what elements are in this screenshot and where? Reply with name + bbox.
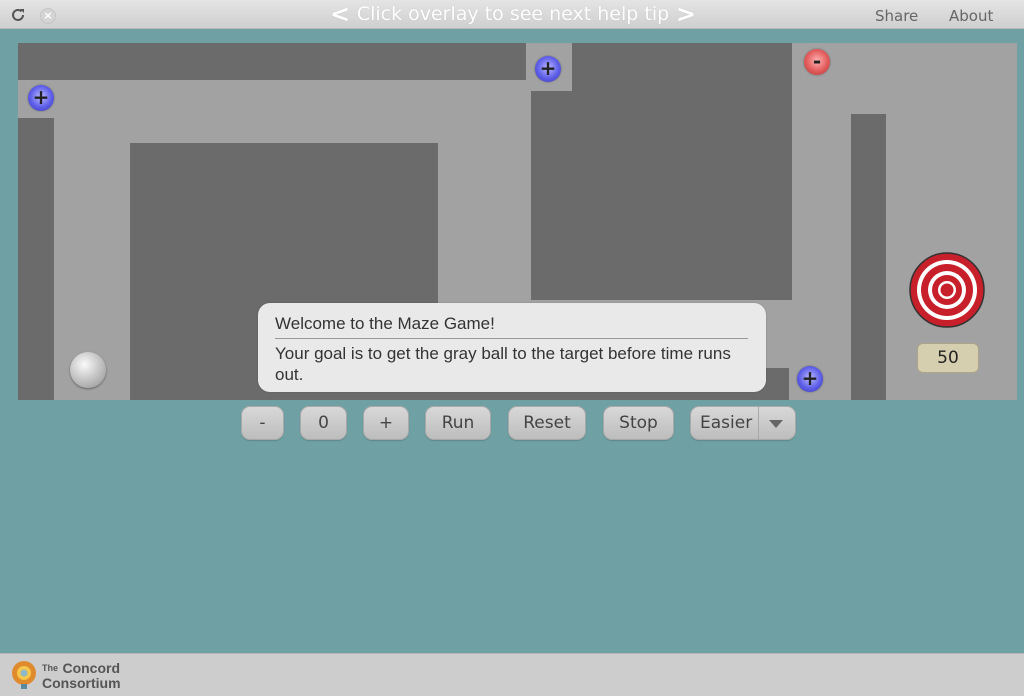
logo-small-text: The (42, 663, 59, 673)
concord-logo-icon[interactable] (8, 659, 40, 691)
logo-line1: Concord (62, 660, 121, 676)
maze-wall (531, 91, 792, 300)
positive-charge[interactable]: + (28, 85, 54, 111)
decrease-button[interactable]: - (241, 406, 284, 440)
gray-ball[interactable] (70, 352, 106, 388)
reset-button[interactable]: Reset (508, 406, 586, 440)
chevron-down-icon[interactable] (769, 420, 783, 428)
target-icon (909, 252, 985, 328)
timer-display: 50 (917, 343, 979, 373)
increase-button[interactable]: + (363, 406, 409, 440)
prev-tip-button[interactable]: < (330, 0, 350, 28)
share-link[interactable]: Share (875, 7, 918, 25)
stop-button[interactable]: Stop (603, 406, 674, 440)
footer: The Concord Consortium (0, 653, 1024, 696)
select-divider (758, 407, 759, 439)
positive-charge[interactable]: + (797, 366, 823, 392)
overlay-title: Welcome to the Maze Game! (275, 314, 748, 339)
concord-logo-text[interactable]: The Concord Consortium (42, 661, 121, 691)
help-tip-nav: < Click overlay to see next help tip > (330, 0, 696, 28)
help-tip-text[interactable]: Click overlay to see next help tip (357, 3, 669, 25)
maze-wall (18, 118, 54, 400)
help-overlay[interactable]: Welcome to the Maze Game! Your goal is t… (258, 303, 766, 392)
maze-wall (18, 43, 526, 80)
about-link[interactable]: About (949, 7, 993, 25)
overlay-body: Your goal is to get the gray ball to the… (275, 344, 731, 384)
run-button[interactable]: Run (425, 406, 491, 440)
value-display: 0 (300, 406, 347, 440)
reload-icon[interactable] (10, 7, 26, 23)
negative-charge[interactable]: - (804, 49, 830, 75)
difficulty-value: Easier (700, 413, 753, 433)
next-tip-button[interactable]: > (676, 0, 696, 28)
difficulty-select[interactable]: Easier (690, 406, 796, 440)
close-icon[interactable]: × (40, 8, 56, 24)
logo-line2: Consortium (42, 675, 121, 691)
positive-charge[interactable]: + (535, 56, 561, 82)
maze-wall (851, 114, 886, 400)
top-bar: × < Click overlay to see next help tip >… (0, 0, 1024, 29)
